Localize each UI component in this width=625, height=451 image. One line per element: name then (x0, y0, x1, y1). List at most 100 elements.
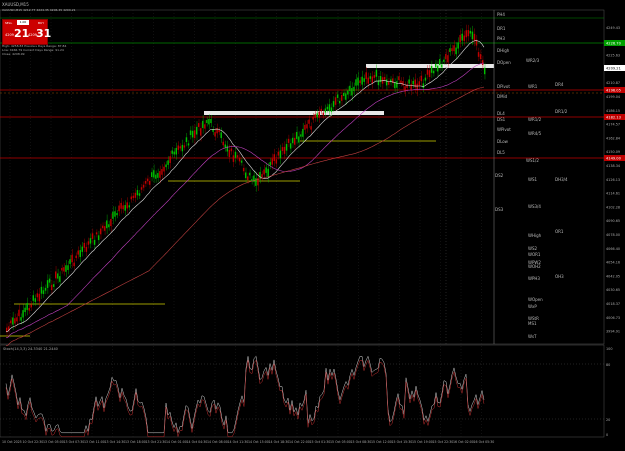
candle-body (38, 293, 41, 302)
candle-body (439, 59, 441, 66)
candle-body (357, 77, 359, 86)
candle-body (210, 118, 212, 124)
buy-button-label[interactable]: BUY (38, 21, 44, 25)
level-label: WS3/4 (528, 204, 541, 209)
candle-body (375, 69, 378, 77)
candle-body (67, 265, 69, 270)
candle-body (77, 250, 79, 255)
candle-body (108, 224, 110, 228)
candle-body (198, 123, 200, 127)
candle-body (114, 211, 116, 217)
candle-body (191, 130, 194, 138)
level-label: WOR1 (528, 252, 541, 257)
candle-body (279, 150, 282, 159)
candle-body (236, 155, 239, 158)
candle-body (65, 265, 67, 272)
candle-body (200, 128, 202, 136)
sell-button-label[interactable]: SELL (5, 21, 12, 25)
candle-body (44, 287, 47, 291)
candle-body (95, 232, 98, 235)
sell-price-prefix[interactable]: 4209 (5, 33, 14, 37)
level-label: DMid (497, 94, 508, 99)
candle-body (432, 70, 435, 74)
candle-body (294, 137, 296, 145)
candle-body (300, 134, 302, 137)
osc-tick-label: 100 (606, 347, 612, 351)
candle-body (122, 205, 124, 210)
chart-symbol-header: XAUUSD,M15 (2, 2, 29, 7)
price-tick-label: 3994.91 (606, 330, 620, 334)
candle-body (398, 76, 400, 81)
price-tick-label: 4102.28 (606, 205, 620, 209)
candle-body (326, 106, 329, 110)
price-chart-svg[interactable]: PH4 DR1 PH3 DHigh DOpen WR2/3 DPivot WR1 DR4 DMid… (0, 0, 625, 447)
candle-body (400, 80, 402, 84)
candle-body (46, 280, 49, 288)
candle-body (447, 55, 449, 63)
candle-body (296, 131, 298, 139)
time-tick-label: 13 Oct 05:00 (43, 440, 64, 444)
candle-body (249, 172, 251, 176)
price-pane-frame (0, 9, 605, 345)
candle-body (159, 171, 161, 178)
candle-body (230, 148, 233, 152)
price-tick-label: 4078.00 (606, 233, 620, 237)
candle-body (345, 93, 347, 100)
candle-body (181, 144, 184, 152)
candle-body (383, 76, 386, 80)
candle-body (328, 104, 331, 112)
candle-body (244, 172, 247, 179)
candle-body (16, 317, 18, 322)
candle-body (214, 132, 216, 137)
price-tick-label: 4006.73 (606, 316, 620, 320)
time-tick-label: 15 Oct 15:30 (392, 440, 413, 444)
candle-body (71, 254, 73, 262)
candle-body (285, 144, 288, 151)
candle-body (14, 318, 16, 324)
candle-body (148, 180, 151, 185)
candle-body (87, 241, 90, 245)
level-label: WR4/5 (528, 131, 542, 136)
level-label: WOH2 (528, 264, 541, 269)
level-label: WR1 (528, 84, 538, 89)
candle-body (465, 30, 468, 38)
candle-body (412, 80, 414, 85)
candle-body (157, 173, 159, 178)
candle-body (206, 119, 208, 123)
candle-body (91, 233, 94, 239)
candle-body (220, 132, 222, 139)
candle-body (355, 79, 357, 86)
candle-body (79, 250, 81, 257)
candle-body (340, 95, 343, 101)
candle-body (287, 138, 290, 143)
candle-body (42, 290, 45, 294)
candle-body (12, 317, 14, 325)
candle-body (59, 276, 61, 282)
chart-area[interactable]: PH4 DR1 PH3 DHigh DOpen WR2/3 DPivot WR1 DR4 DMid… (0, 0, 625, 447)
candle-body (471, 31, 474, 40)
candle-body (140, 187, 143, 190)
level-label: DS2 (495, 173, 504, 178)
candle-body (273, 154, 276, 161)
candle-body (312, 116, 314, 120)
candle-body (99, 228, 102, 235)
time-tick-label: 14 Oct 08:00 (207, 440, 228, 444)
time-tick-label: 13 Oct 18:00 (125, 440, 146, 444)
candle-body (453, 45, 455, 52)
candle-body (171, 150, 173, 154)
candle-body (434, 63, 437, 68)
candle-body (32, 295, 34, 301)
buy-price-big[interactable]: 31 (36, 27, 51, 40)
time-tick-label: 16 Oct 05:30 (474, 440, 495, 444)
level-label: DLow (497, 139, 509, 144)
price-box-white-text: 4209.21 (606, 67, 621, 71)
time-tick-label: 14 Oct 01:00 (166, 440, 187, 444)
candle-body (316, 113, 318, 118)
price-box-red-1-text: 4196.05 (606, 89, 621, 93)
level-label: WS1/2 (526, 158, 539, 163)
price-tick-label: 4199.04 (606, 95, 620, 99)
candle-body (353, 86, 355, 92)
candle-body (410, 84, 412, 91)
lot-size-input[interactable]: 1.00 (17, 20, 29, 25)
candle-body (189, 130, 192, 136)
